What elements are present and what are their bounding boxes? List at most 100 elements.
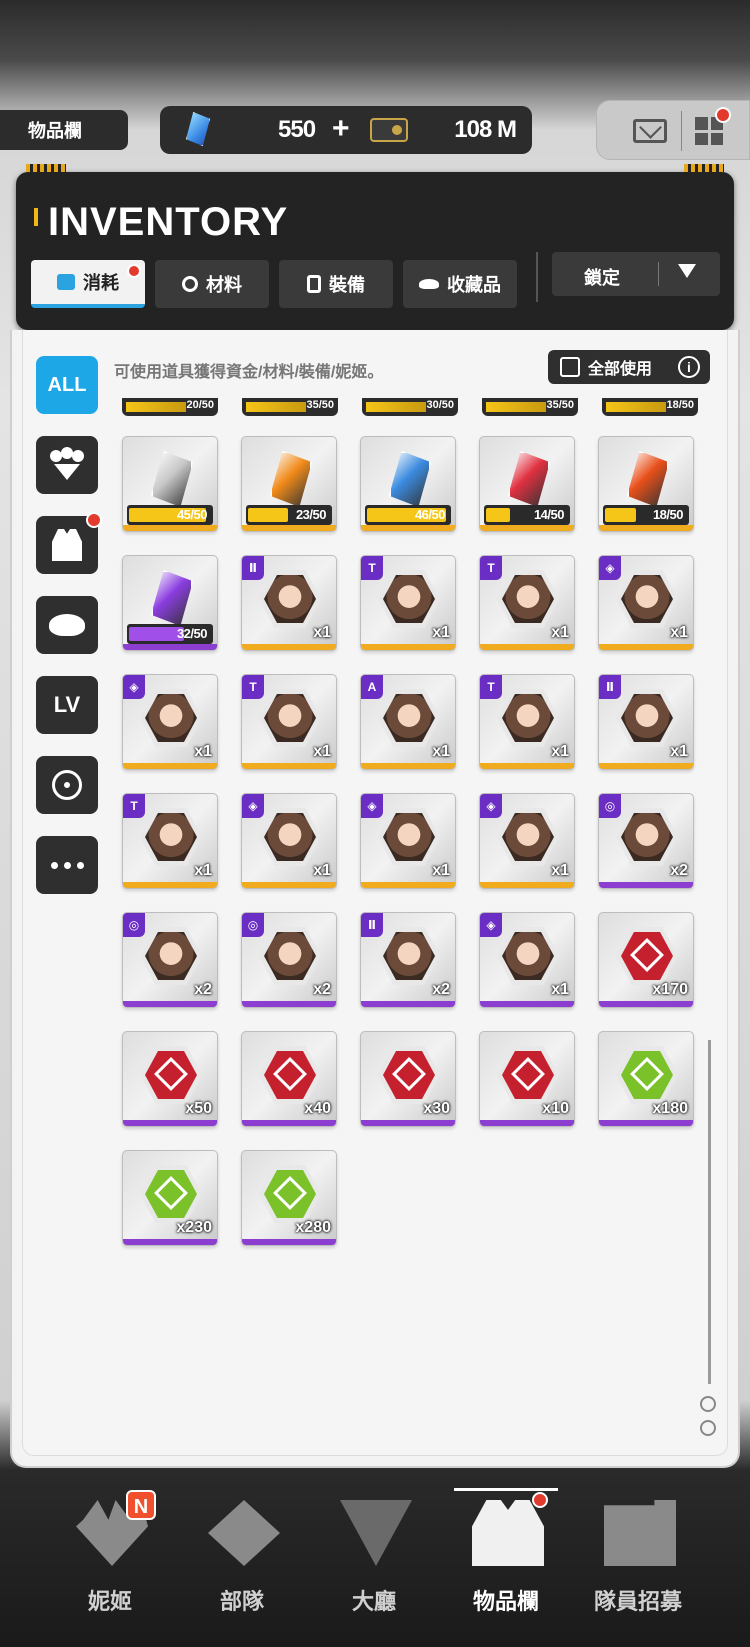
manufacturer-badge: T — [123, 794, 145, 818]
manufacturer-badge: ◈ — [361, 794, 383, 818]
progress-text: 18/50 — [666, 399, 694, 411]
rarity-strip — [361, 882, 455, 888]
item-slot-partial[interactable]: 35/50 — [242, 398, 338, 416]
item-slot[interactable]: x30 — [360, 1031, 456, 1127]
item-slot[interactable]: Ⅱx2 — [360, 912, 456, 1008]
gem-icon — [186, 112, 210, 146]
item-slot-partial[interactable]: 30/50 — [362, 398, 458, 416]
item-slot[interactable]: x50 — [122, 1031, 218, 1127]
use-all-checkbox[interactable] — [560, 357, 580, 377]
item-slot[interactable]: ◈ x1 — [360, 793, 456, 889]
use-all-toggle[interactable]: 全部使用 i — [548, 350, 710, 384]
item-slot[interactable]: x230 — [122, 1150, 218, 1246]
decorative-stripe — [26, 164, 66, 172]
nikke-icon — [50, 447, 84, 480]
item-slot[interactable]: 32/50 — [122, 555, 218, 651]
item-slot[interactable]: Ax1 — [360, 674, 456, 770]
item-slot-partial[interactable]: 18/50 — [602, 398, 698, 416]
chevron-down-icon — [678, 264, 696, 278]
use-all-label: 全部使用 — [588, 361, 653, 378]
nav-recruit[interactable]: 隊員招募 — [572, 1472, 704, 1647]
progress-fill — [486, 508, 511, 522]
item-slot[interactable]: x170 — [598, 912, 694, 1008]
rarity-strip — [242, 644, 336, 650]
filter-collectibles-button[interactable] — [36, 596, 98, 654]
nav-squad[interactable]: 部隊 — [176, 1472, 308, 1647]
tab-consumables[interactable]: 消耗 — [31, 260, 145, 308]
item-slot[interactable]: x280 — [241, 1150, 337, 1246]
item-slot[interactable]: 45/50 — [122, 436, 218, 532]
item-slot[interactable]: x40 — [241, 1031, 337, 1127]
item-quantity: x1 — [313, 743, 331, 760]
add-gems-button[interactable]: + — [332, 112, 350, 146]
item-slot[interactable]: Tx1 — [479, 674, 575, 770]
progress-text: 46/50 — [414, 507, 446, 522]
item-slot[interactable]: ◈ x1 — [241, 793, 337, 889]
item-quantity: x1 — [313, 624, 331, 641]
nav-lobby[interactable]: 大廳 — [308, 1472, 440, 1647]
rarity-strip — [599, 644, 693, 650]
rarity-strip — [480, 1120, 574, 1126]
progress-text: 14/50 — [533, 507, 565, 522]
filter-more-button[interactable] — [36, 836, 98, 894]
item-slot-partial[interactable]: 20/50 — [122, 398, 218, 416]
scroll-up-icon[interactable] — [700, 1396, 716, 1412]
rarity-strip — [242, 763, 336, 769]
top-right-menu — [596, 100, 750, 160]
item-slot[interactable]: ◈ x1 — [598, 555, 694, 651]
filter-nikke-button[interactable] — [36, 436, 98, 494]
tab-label: 裝備 — [329, 275, 365, 295]
item-slot-partial[interactable]: 35/50 — [482, 398, 578, 416]
scrollbar[interactable] — [708, 1040, 711, 1384]
page-label: 物品欄 — [0, 110, 128, 150]
item-slot[interactable]: ◎ x2 — [241, 912, 337, 1008]
item-slot[interactable]: Tx1 — [360, 555, 456, 651]
rarity-strip — [123, 525, 217, 531]
mail-icon[interactable] — [633, 119, 667, 143]
item-slot[interactable]: 18/50 — [598, 436, 694, 532]
nav-nikke[interactable]: 妮姬 — [44, 1472, 176, 1647]
scroll-down-icon[interactable] — [700, 1420, 716, 1436]
rarity-strip — [123, 882, 217, 888]
material-icon — [182, 276, 198, 292]
rarity-strip — [361, 644, 455, 650]
inventory-header: INVENTORY 消耗 材料 裝備 收藏品 鎖定 — [16, 164, 734, 330]
item-slot[interactable]: Tx1 — [241, 674, 337, 770]
tab-equipment[interactable]: 裝備 — [279, 260, 393, 308]
equipment-icon — [307, 275, 321, 293]
tab-materials[interactable]: 材料 — [155, 260, 269, 308]
tab-collectibles[interactable]: 收藏品 — [403, 260, 517, 308]
item-quantity: x50 — [185, 1100, 212, 1117]
lock-filter-dropdown[interactable]: 鎖定 — [552, 252, 720, 296]
progress-bar — [246, 402, 306, 412]
item-slot[interactable]: ◈ x1 — [479, 912, 575, 1008]
credit-icon — [370, 118, 408, 142]
item-slot[interactable]: Tx1 — [479, 555, 575, 651]
item-slot[interactable]: 46/50 — [360, 436, 456, 532]
item-slot[interactable]: Ⅱx1 — [241, 555, 337, 651]
progress-bar — [486, 402, 546, 412]
rarity-strip — [361, 525, 455, 531]
item-slot[interactable]: Ⅱx1 — [598, 674, 694, 770]
item-slot[interactable]: x10 — [479, 1031, 575, 1127]
info-icon[interactable]: i — [678, 356, 700, 378]
filter-equipment-button[interactable] — [36, 512, 102, 574]
panel-description: 可使用道具獲得資金/材料/裝備/妮姬。 — [114, 364, 384, 381]
item-slot[interactable]: ◈ x1 — [479, 793, 575, 889]
nav-inventory[interactable]: 物品欄 — [440, 1472, 572, 1647]
item-slot[interactable]: ◈ x1 — [122, 674, 218, 770]
item-slot[interactable]: Tx1 — [122, 793, 218, 889]
item-slot[interactable]: 23/50 — [241, 436, 337, 532]
consumable-icon — [57, 274, 75, 290]
filter-all-button[interactable]: ALL — [36, 356, 98, 414]
recruit-icon — [604, 1500, 676, 1566]
item-slot[interactable]: 14/50 — [479, 436, 575, 532]
category-tabs: 消耗 材料 裝備 收藏品 — [31, 260, 517, 308]
filter-level-button[interactable]: LV — [36, 676, 98, 734]
item-slot[interactable]: ◎ x2 — [598, 793, 694, 889]
manufacturer-badge: ◈ — [599, 556, 621, 580]
manufacturer-badge: Ⅱ — [361, 913, 383, 937]
item-slot[interactable]: ◎ x2 — [122, 912, 218, 1008]
item-slot[interactable]: x180 — [598, 1031, 694, 1127]
filter-target-button[interactable] — [36, 756, 98, 814]
